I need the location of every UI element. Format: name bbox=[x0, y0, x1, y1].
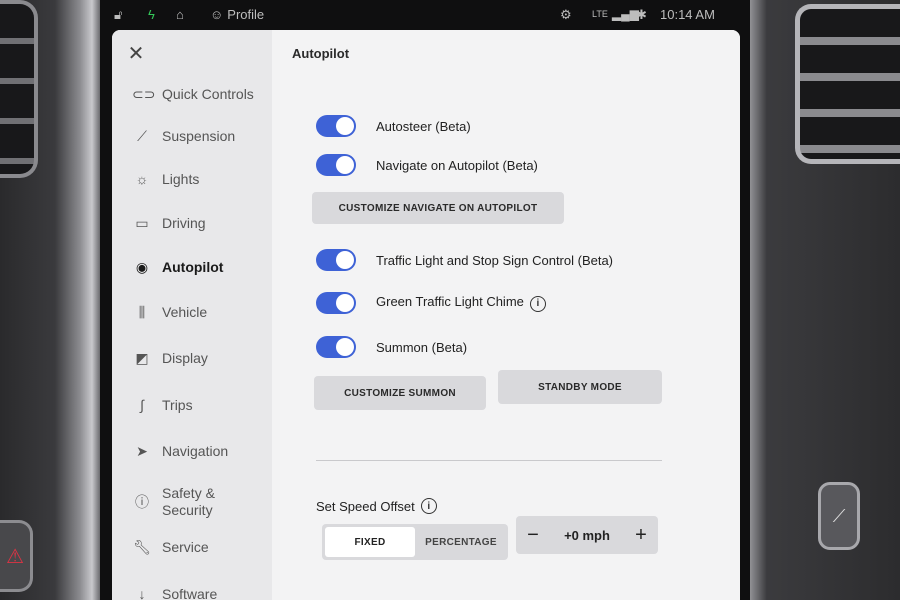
sidebar-item-display[interactable]: ◩ Display bbox=[132, 340, 272, 376]
sidebar-item-vehicle[interactable]: ⫼ Vehicle bbox=[132, 294, 272, 330]
right-air-vent bbox=[795, 4, 900, 164]
sidebar-item-trips[interactable]: ∫ Trips bbox=[132, 387, 272, 423]
sidebar-item-suspension[interactable]: ⟋ Suspension bbox=[132, 118, 272, 154]
hazard-icon: ⚠ bbox=[6, 545, 24, 568]
display-icon: ◩ bbox=[135, 349, 149, 366]
toggle-label: Green Traffic Light Chime i bbox=[376, 294, 546, 312]
sidebar-item-safety-security[interactable]: ⓘ Safety & Security bbox=[132, 482, 272, 522]
sidebar-item-label: Trips bbox=[162, 397, 193, 413]
toggle-label: Summon (Beta) bbox=[376, 339, 468, 355]
signal-indicator: LTE ▂▄▆ bbox=[592, 7, 639, 21]
navigation-arrow-icon: ➤ bbox=[136, 442, 148, 459]
steering-wheel-icon: ◉ bbox=[135, 258, 149, 275]
sidebar-item-label: Driving bbox=[162, 215, 206, 231]
customize-summon-button[interactable]: CUSTOMIZE SUMMON bbox=[314, 376, 486, 410]
section-divider bbox=[316, 460, 662, 461]
car-icon: ▭ bbox=[135, 214, 149, 231]
info-icon[interactable]: i bbox=[420, 498, 437, 514]
sidebar-item-label: Safety & Security bbox=[162, 485, 215, 518]
sidebar-item-label: Quick Controls bbox=[162, 86, 254, 102]
sidebar-item-label: Service bbox=[162, 539, 209, 555]
toggle-label: Navigate on Autopilot (Beta) bbox=[376, 157, 538, 173]
toggle-icon: ⊂⊃ bbox=[132, 85, 156, 102]
network-label: LTE bbox=[592, 9, 608, 19]
info-icon[interactable]: i bbox=[529, 295, 546, 312]
sidebar-item-label: Lights bbox=[162, 171, 200, 187]
touchscreen: 🔓︎ ϟ ⌂ ☺ Profile ⚙ LTE ▂▄▆ ✱ 10:14 AM ✕ … bbox=[100, 0, 750, 600]
signal-icon: ▂▄▆ bbox=[611, 7, 639, 21]
speed-offset-value: +0 mph bbox=[564, 527, 610, 543]
close-icon: ✕ bbox=[127, 43, 145, 65]
profile-button[interactable]: ☺ Profile bbox=[210, 7, 264, 22]
percentage-option[interactable]: PERCENTAGE bbox=[417, 527, 505, 557]
speed-offset-stepper: − +0 mph + bbox=[516, 516, 658, 554]
seat-button[interactable]: ⟋ bbox=[818, 482, 860, 550]
person-icon: ☺ bbox=[210, 7, 224, 22]
close-button[interactable]: ✕ bbox=[126, 44, 146, 64]
sidebar-item-service[interactable]: 🔧︎ Service bbox=[132, 529, 272, 565]
profile-label: Profile bbox=[227, 7, 265, 22]
speed-offset-label: Set Speed Offset i bbox=[316, 498, 437, 514]
wrench-icon: 🔧︎ bbox=[133, 538, 151, 555]
sidebar-item-label: Vehicle bbox=[162, 304, 208, 320]
sidebar-item-label: Autopilot bbox=[162, 259, 224, 275]
settings-panel: ✕ ⊂⊃ Quick Controls ⟋ Suspension ☼ Light… bbox=[112, 30, 740, 600]
sidebar-item-label: Suspension bbox=[162, 128, 236, 144]
download-icon: ↓ bbox=[138, 586, 146, 600]
sliders-icon: ⫼ bbox=[138, 303, 146, 320]
speed-offset-mode-selector: FIXED PERCENTAGE bbox=[322, 524, 508, 560]
sidebar-item-label: Display bbox=[162, 350, 208, 366]
suspension-icon: ⟋ bbox=[137, 127, 147, 144]
sidebar-item-autopilot[interactable]: ◉ Autopilot bbox=[132, 249, 272, 285]
home-icon[interactable]: ⌂ bbox=[176, 7, 184, 22]
sun-icon: ☼ bbox=[135, 171, 149, 187]
bolt-icon: ϟ bbox=[148, 7, 155, 22]
lock-icon[interactable]: 🔓︎ bbox=[114, 7, 122, 23]
green-light-chime-toggle[interactable] bbox=[316, 292, 356, 314]
status-bar: 🔓︎ ϟ ⌂ ☺ Profile ⚙ LTE ▂▄▆ ✱ 10:14 AM bbox=[100, 0, 750, 30]
autopilot-settings: Autopilot Autosteer (Beta) Navigate on A… bbox=[272, 30, 740, 600]
summon-toggle[interactable] bbox=[316, 336, 356, 358]
gear-icon[interactable]: ⚙ bbox=[560, 7, 572, 23]
sidebar-item-label: Navigation bbox=[162, 443, 229, 459]
fixed-option[interactable]: FIXED bbox=[325, 527, 415, 557]
increment-button[interactable]: + bbox=[626, 520, 656, 550]
bluetooth-icon[interactable]: ✱ bbox=[636, 7, 647, 23]
navigate-on-autopilot-row: Navigate on Autopilot (Beta) bbox=[316, 153, 538, 177]
settings-sidebar: ✕ ⊂⊃ Quick Controls ⟋ Suspension ☼ Light… bbox=[112, 30, 272, 600]
traffic-light-toggle[interactable] bbox=[316, 249, 356, 271]
standby-mode-button[interactable]: STANDBY MODE bbox=[498, 370, 662, 404]
clock: 10:14 AM bbox=[660, 7, 715, 22]
traffic-light-row: Traffic Light and Stop Sign Control (Bet… bbox=[316, 248, 613, 272]
sidebar-item-label: Software bbox=[162, 586, 218, 600]
alert-icon: ⓘ bbox=[135, 494, 149, 510]
sidebar-item-navigation[interactable]: ➤ Navigation bbox=[132, 433, 272, 469]
autosteer-row: Autosteer (Beta) bbox=[316, 114, 471, 138]
autosteer-toggle[interactable] bbox=[316, 115, 356, 137]
toggle-label: Traffic Light and Stop Sign Control (Bet… bbox=[376, 252, 614, 268]
trips-icon: ∫ bbox=[140, 397, 144, 413]
sidebar-item-quick-controls[interactable]: ⊂⊃ Quick Controls bbox=[132, 76, 272, 112]
navigate-on-autopilot-toggle[interactable] bbox=[316, 154, 356, 176]
seat-icon: ⟋ bbox=[832, 505, 846, 526]
sidebar-item-software[interactable]: ↓ Software bbox=[132, 576, 272, 600]
decrement-button[interactable]: − bbox=[518, 520, 548, 550]
sidebar-item-driving[interactable]: ▭ Driving bbox=[132, 205, 272, 241]
customize-navigate-button[interactable]: CUSTOMIZE NAVIGATE ON AUTOPILOT bbox=[312, 192, 564, 224]
summon-row: Summon (Beta) bbox=[316, 335, 467, 359]
toggle-label: Autosteer (Beta) bbox=[376, 118, 471, 134]
green-light-chime-row: Green Traffic Light Chime i bbox=[316, 291, 546, 315]
hazard-button[interactable]: ⚠ bbox=[0, 520, 33, 592]
page-title: Autopilot bbox=[292, 46, 350, 61]
left-air-vent bbox=[0, 0, 38, 178]
sidebar-item-lights[interactable]: ☼ Lights bbox=[132, 161, 272, 197]
